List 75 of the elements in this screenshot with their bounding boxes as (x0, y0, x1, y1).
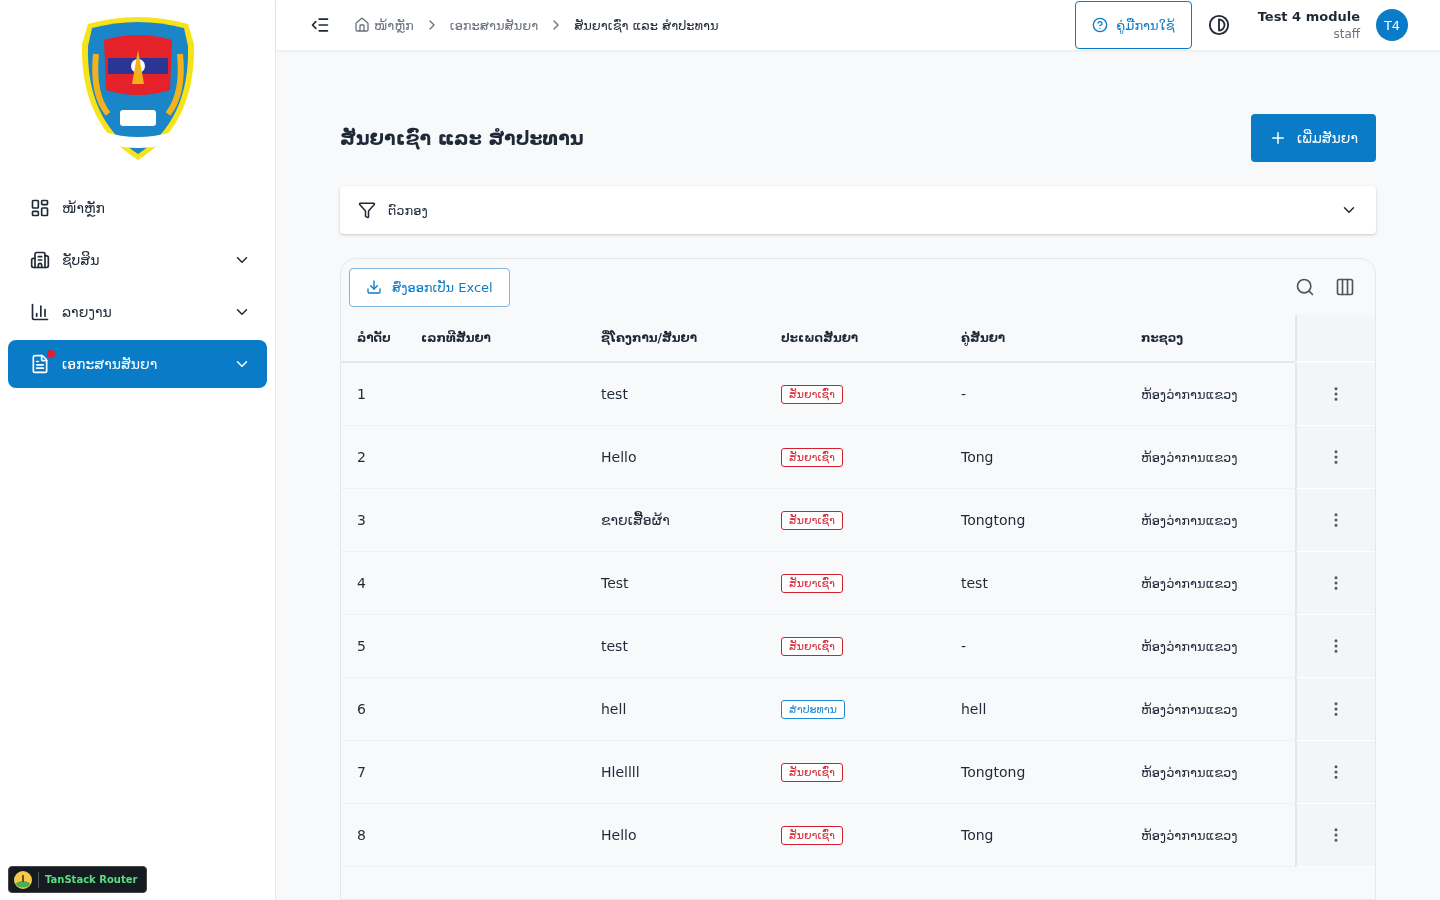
table-cell: ຫ້ອງວ່າການແຂວງ (1141, 764, 1238, 780)
sidebar-item[interactable]: ຊັບສິນ (8, 236, 267, 284)
table-cell: - (961, 386, 967, 402)
contract-type-tag: ສັນຍາເຊົ່າ (781, 762, 844, 782)
user-role: staff (1333, 27, 1360, 41)
help-button[interactable]: ຄູ່ມືການໃຊ້ (1075, 1, 1192, 49)
table-cell: Hello (601, 827, 637, 843)
search-icon[interactable] (1295, 277, 1315, 297)
page-title: ສັນຍາເຊົ່າ ແລະ ສຳປະທານ (340, 127, 584, 149)
table-cell: 3 (357, 512, 366, 528)
sidebar-item[interactable]: ໜ້າຫຼັກ (8, 184, 267, 232)
columns-icon[interactable] (1335, 277, 1355, 297)
table-cell: 6 (357, 701, 366, 717)
download-icon (366, 279, 382, 295)
sidebar-item[interactable]: ລາຍງານ (8, 288, 267, 336)
table-cell: ຫ້ອງວ່າການແຂວງ (1141, 701, 1238, 717)
table-cell: test (601, 386, 628, 402)
breadcrumb-link[interactable]: ໜ້າຫຼັກ (354, 17, 414, 33)
table-cell: - (961, 638, 967, 654)
table-cell: ຫ້ອງວ່າການແຂວງ (1141, 386, 1238, 402)
table-cell: Tong (961, 449, 994, 465)
menu-icon[interactable] (310, 15, 330, 35)
column-header: ຊື່ໂຄງການ/ສັນຍາ (601, 331, 697, 345)
filter-label: ຕົວກອງ (388, 202, 429, 218)
table-cell: ຫ້ອງວ່າການແຂວງ (1141, 827, 1238, 843)
contract-type-tag: ສັນຍາເຊົ່າ (781, 384, 844, 404)
breadcrumb-link[interactable]: ສັນຍາເຊົ່າ ແລະ ສຳປະທານ (574, 17, 719, 33)
column-header: ກະຊວງ (1141, 331, 1184, 345)
table-cell: 2 (357, 449, 366, 465)
nav-icon (30, 250, 50, 270)
contract-type-tag: ສັນຍາເຊົ່າ (781, 636, 844, 656)
table-cell: 5 (357, 638, 366, 654)
column-header: ຄູ່ສັນຍາ (961, 331, 1006, 345)
table-cell: Hello (601, 449, 637, 465)
home-icon (354, 17, 370, 33)
sidebar-item[interactable]: ເອກະສານສັນຍາ (8, 340, 267, 388)
devtools-button[interactable]: TanStack Router (8, 866, 147, 893)
table-cell: 8 (357, 827, 366, 843)
table-cell: hell (961, 701, 987, 717)
export-button[interactable]: ສົ່ງອອກເປັນ Excel (349, 267, 510, 307)
contract-type-tag: ສັນຍາເຊົ່າ (781, 573, 844, 593)
contract-type-tag: ສັນຍາເຊົ່າ (781, 447, 844, 467)
nav-icon (30, 198, 50, 218)
column-header: ເລກທີສັນຍາ (421, 331, 491, 345)
table-cell: test (601, 638, 628, 654)
user-name: Test 4 module (1257, 9, 1360, 24)
column-header: ປະເພດສັນຍາ (781, 331, 859, 345)
table-cell: Test (601, 575, 629, 591)
table-cell: 1 (357, 386, 366, 402)
table-cell: hell (601, 701, 627, 717)
theme-toggle-icon[interactable] (1207, 14, 1230, 36)
table-cell: ຫ້ອງວ່າການແຂວງ (1141, 575, 1238, 591)
contract-type-tag: ສັນຍາເຊົ່າ (781, 510, 844, 530)
contract-type-tag: ສັນຍາເຊົ່າ (781, 825, 844, 845)
nav-icon (30, 302, 50, 322)
filter-panel[interactable]: ຕົວກອງ (340, 186, 1376, 234)
filter-icon (358, 201, 376, 219)
contract-type-tag: ສຳປະທານ (781, 699, 845, 719)
table-cell: ຫ້ອງວ່າການແຂວງ (1141, 512, 1238, 528)
table-cell: Hlellll (601, 764, 640, 780)
user-avatar[interactable]: T4 (1376, 9, 1408, 41)
add-contract-button[interactable]: ເພີ່ມສັນຍາ (1251, 114, 1376, 162)
breadcrumb-link[interactable]: ເອກະສານສັນຍາ (449, 17, 539, 33)
table-cell: ຂາຍເສື້ອຜ້າ (601, 512, 670, 528)
table-cell: 4 (357, 575, 366, 591)
table-cell: ຫ້ອງວ່າການແຂວງ (1141, 449, 1238, 465)
table-cell: ຫ້ອງວ່າການແຂວງ (1141, 638, 1238, 654)
table-cell: test (961, 575, 988, 591)
column-header: ລຳດັບ (357, 331, 391, 345)
island-logo-icon (14, 870, 32, 889)
help-icon (1092, 17, 1109, 33)
table-cell: Tong (961, 827, 994, 843)
table-cell: 7 (357, 764, 366, 780)
table-cell: Tongtong (961, 764, 1026, 780)
table-cell: Tongtong (961, 512, 1026, 528)
